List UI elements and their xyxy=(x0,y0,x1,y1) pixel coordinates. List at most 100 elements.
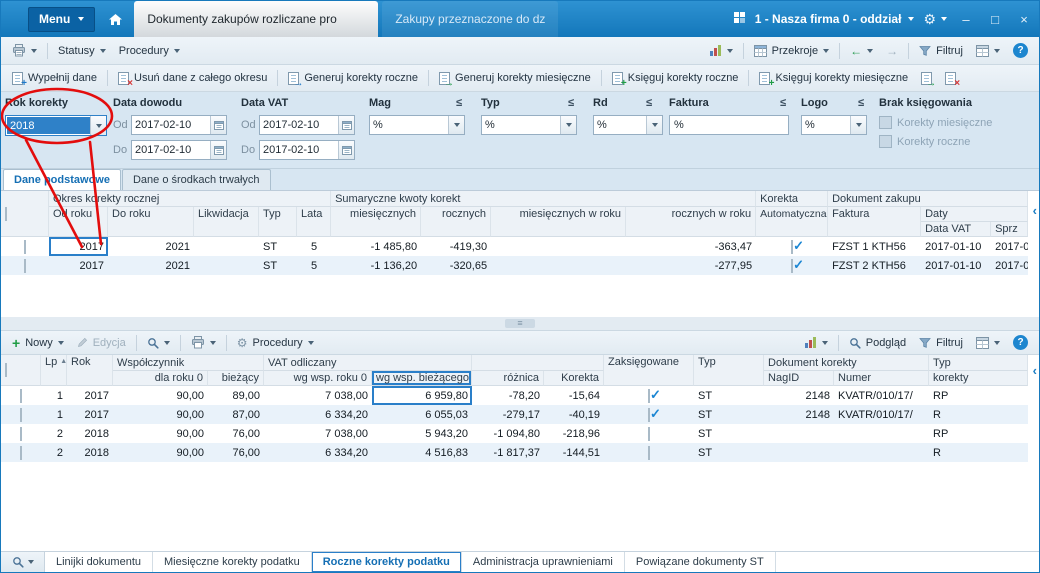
horizontal-splitter[interactable]: ≡ xyxy=(1,317,1039,331)
lower-select-all-header[interactable] xyxy=(1,355,41,386)
lp-cell[interactable]: 2 xyxy=(41,443,67,462)
zaksiegowane-checkbox[interactable] xyxy=(648,426,651,441)
row-checkbox[interactable] xyxy=(20,407,22,422)
typ-cell[interactable]: ST xyxy=(694,443,765,462)
korekta-cell[interactable]: -15,64 xyxy=(544,386,604,405)
group-sumaryczne-kwoty-korekt[interactable]: Sumaryczne kwoty korekt xyxy=(331,191,757,207)
likwidacja-cell[interactable] xyxy=(194,237,259,256)
zaksiegowane-cell[interactable] xyxy=(604,405,695,424)
doc-tab-zakupy-przeznaczone[interactable]: Zakupy przeznaczone do dz xyxy=(382,1,559,37)
col-biezacy[interactable]: bieżący xyxy=(208,371,264,386)
przekroje-button[interactable]: Przekroje xyxy=(748,43,835,59)
lp-cell[interactable]: 2 xyxy=(41,424,67,443)
col-automatyczna[interactable]: Automatyczna xyxy=(756,207,829,237)
data-dowodu-do-input[interactable]: 2017-02-10 xyxy=(131,140,227,160)
wg-wsp-roku-0-cell[interactable]: 7 038,00 xyxy=(264,386,372,405)
logo-operator[interactable]: ≤ xyxy=(858,97,864,109)
do-roku-cell[interactable]: 2021 xyxy=(108,237,194,256)
typ-korekty-cell[interactable]: RP xyxy=(929,386,1028,405)
bottom-tab-miesieczne-korekty[interactable]: Miesięczne korekty podatku xyxy=(153,552,312,572)
data-vat-do-input[interactable]: 2017-02-10 xyxy=(259,140,355,160)
help-button[interactable]: ? xyxy=(1007,333,1034,352)
biezacy-cell[interactable]: 89,00 xyxy=(208,386,264,405)
row-select-cell[interactable] xyxy=(1,424,41,443)
data-vat-cell[interactable]: 2017-01-10 xyxy=(921,256,992,275)
print-button[interactable] xyxy=(185,334,222,351)
filtruj-button[interactable]: Filtruj xyxy=(913,43,969,59)
od-roku-cell[interactable]: 2017 xyxy=(49,256,108,275)
mag-operator[interactable]: ≤ xyxy=(456,97,462,109)
row-checkbox[interactable] xyxy=(24,258,26,273)
home-button[interactable] xyxy=(108,13,123,26)
combo-dropdown-button[interactable] xyxy=(448,116,464,134)
col-wg-wsp-biezacego[interactable]: wg wsp. bieżącego xyxy=(372,371,473,386)
wg-wsp-biezacego-cell[interactable]: 6 055,03 xyxy=(372,405,473,424)
combo-dropdown-button[interactable] xyxy=(646,116,662,134)
zaksiegowane-checkbox[interactable] xyxy=(648,407,651,422)
bottom-tab-administracja[interactable]: Administracja uprawnieniami xyxy=(462,552,625,572)
rok-cell[interactable]: 2018 xyxy=(67,443,113,462)
col-zaksiegowane[interactable]: Zaksięgowane xyxy=(604,355,695,386)
rd-combobox[interactable]: % xyxy=(593,115,663,135)
row-checkbox[interactable] xyxy=(24,239,26,254)
col-dla-roku-0[interactable]: dla roku 0 xyxy=(113,371,208,386)
miesiecznych-w-roku-cell[interactable] xyxy=(491,256,627,275)
biezacy-cell[interactable]: 76,00 xyxy=(208,424,264,443)
procedury-button[interactable]: Procedury xyxy=(113,43,186,59)
col-typ-korekty-line1[interactable]: Typ xyxy=(929,355,1029,371)
typ-operator[interactable]: ≤ xyxy=(568,97,574,109)
apps-grid-icon[interactable] xyxy=(733,11,746,27)
typ-combobox[interactable]: % xyxy=(481,115,577,135)
wypelnij-dane-button[interactable]: + Wypełnij dane xyxy=(6,70,103,88)
wg-wsp-biezacego-cell[interactable]: 5 943,20 xyxy=(372,424,472,443)
wg-wsp-roku-0-cell[interactable]: 6 334,20 xyxy=(264,405,372,424)
row-checkbox[interactable] xyxy=(20,388,22,403)
extra-action-green-button[interactable]: → xyxy=(915,70,938,88)
select-all-checkbox[interactable] xyxy=(5,363,7,377)
faktura-cell[interactable]: FZST 1 KTH56 xyxy=(828,237,921,256)
minimize-button[interactable]: – xyxy=(956,12,976,27)
calendar-button[interactable] xyxy=(210,141,226,159)
biezacy-cell[interactable]: 87,00 xyxy=(208,405,264,424)
col-lata[interactable]: Lata xyxy=(297,207,332,237)
col-faktura[interactable]: Faktura xyxy=(828,207,922,237)
bottom-tab-linijki-dokumentu[interactable]: Linijki dokumentu xyxy=(45,552,153,572)
calendar-button[interactable] xyxy=(338,141,354,159)
automatyczna-cell[interactable] xyxy=(756,256,829,275)
rocznych-cell[interactable]: -320,65 xyxy=(421,256,492,275)
col-typ[interactable]: Typ xyxy=(259,207,297,237)
biezacy-cell[interactable]: 76,00 xyxy=(208,443,264,462)
rok-korekty-combobox[interactable]: 2018 xyxy=(5,115,107,136)
rok-cell[interactable]: 2017 xyxy=(67,405,113,424)
chart-button[interactable] xyxy=(798,334,834,351)
row-select-cell[interactable] xyxy=(1,443,41,462)
numer-cell[interactable] xyxy=(834,424,929,443)
col-rok[interactable]: Rok xyxy=(67,355,113,386)
filtruj-button[interactable]: Filtruj xyxy=(913,335,969,351)
combo-dropdown-button[interactable] xyxy=(560,116,576,134)
mag-combobox[interactable]: % xyxy=(369,115,465,135)
row-select-cell[interactable] xyxy=(1,386,41,405)
col-numer[interactable]: Numer xyxy=(834,371,930,386)
col-miesiecznych-w-roku[interactable]: miesięcznych w roku xyxy=(491,207,627,237)
edycja-button[interactable]: Edycja xyxy=(71,335,132,351)
table-row[interactable]: 1 2017 90,00 87,00 6 334,20 6 055,03 -27… xyxy=(1,405,1029,424)
doc-tab-dokumenty-zakupow[interactable]: Dokumenty zakupów rozliczane pro xyxy=(134,1,379,37)
od-roku-cell[interactable]: 2017 xyxy=(49,237,108,256)
col-typ[interactable]: Typ xyxy=(694,355,765,386)
row-checkbox[interactable] xyxy=(20,445,22,460)
sprzedazy-cell[interactable]: 2017-0 xyxy=(991,256,1029,275)
rok-cell[interactable]: 2017 xyxy=(67,386,113,405)
zaksiegowane-cell[interactable] xyxy=(604,443,695,462)
korekta-cell[interactable]: -40,19 xyxy=(544,405,605,424)
extra-action-red-button[interactable]: × xyxy=(939,70,962,88)
row-checkbox[interactable] xyxy=(20,426,22,441)
table-row[interactable]: 2017 2021 ST 5 -1 136,20 -320,65 -277,95… xyxy=(1,256,1029,275)
miesiecznych-w-roku-cell[interactable] xyxy=(491,237,626,256)
group-vat-odliczany[interactable]: VAT odliczany xyxy=(264,355,473,371)
rocznych-w-roku-cell[interactable]: -277,95 xyxy=(626,256,757,275)
auto-korekta-checkbox[interactable] xyxy=(791,239,794,254)
col-do-roku[interactable]: Do roku xyxy=(108,207,194,237)
wg-wsp-roku-0-cell[interactable]: 6 334,20 xyxy=(264,443,372,462)
menu-button[interactable]: Menu xyxy=(28,6,96,32)
